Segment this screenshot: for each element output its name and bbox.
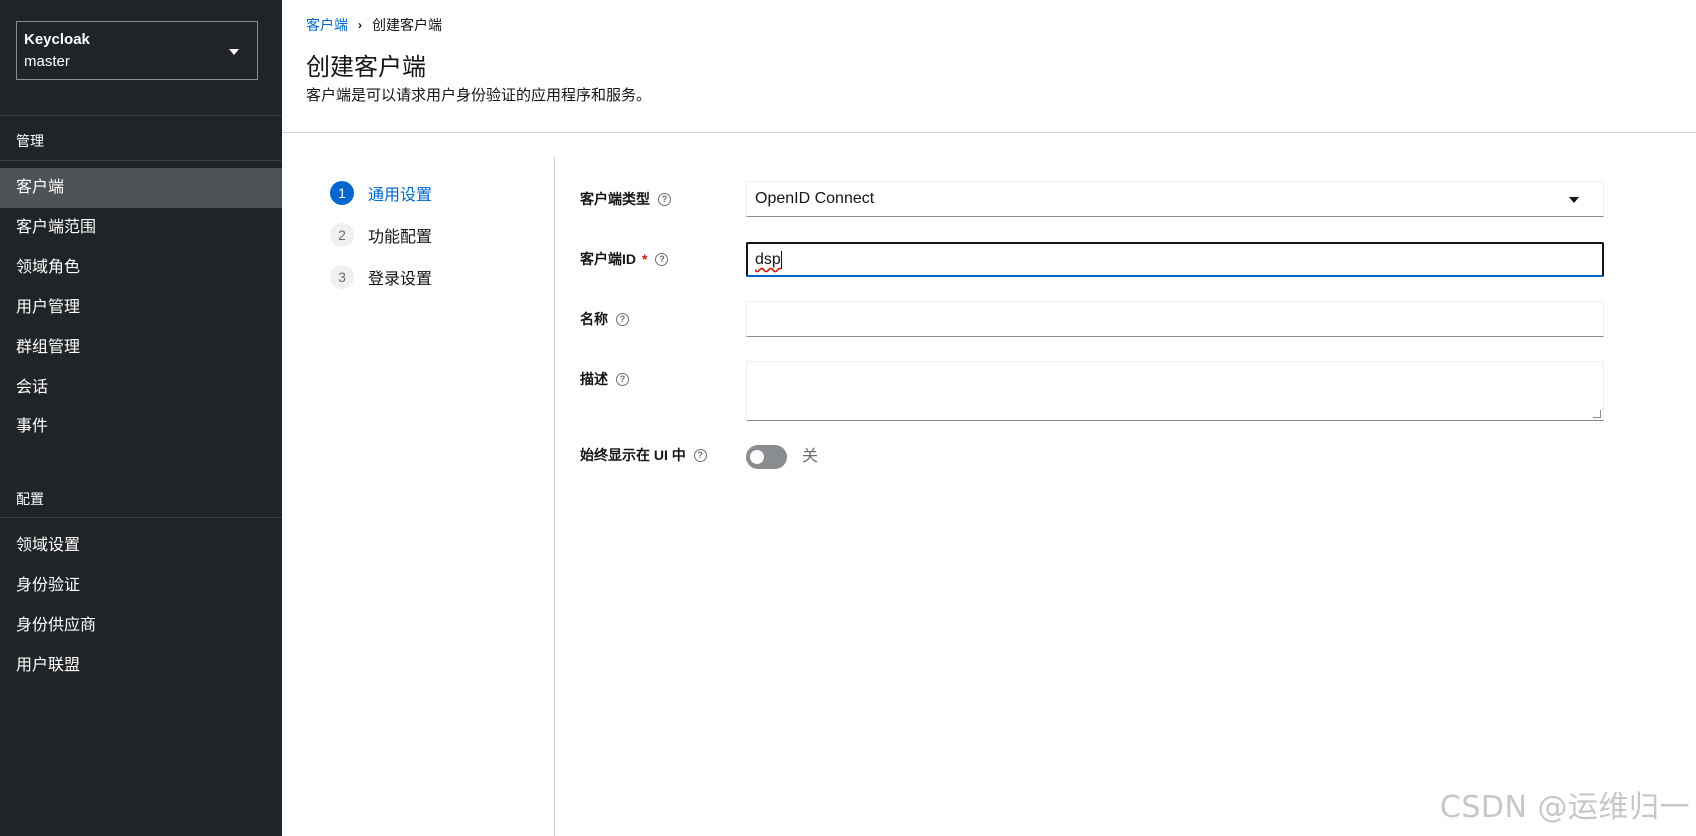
chevron-right-icon: › (358, 18, 362, 32)
realm-selector[interactable]: Keycloak master (16, 21, 258, 80)
sidebar-item-client-scopes[interactable]: 客户端范围 (0, 208, 282, 248)
sidebar-item-sessions[interactable]: 会话 (0, 368, 282, 408)
page-description: 客户端是可以请求用户身份验证的应用程序和服务。 (306, 87, 652, 104)
name-input[interactable] (746, 301, 1604, 337)
sidebar-item-realm-settings[interactable]: 领域设置 (0, 526, 282, 566)
wizard-nav-divider (554, 157, 555, 836)
app-root: Keycloak master 管理 客户端 客户端范围 领域角色 用户管理 群… (0, 0, 1696, 836)
wizard-step-general-settings[interactable]: 1 通用设置 (330, 181, 432, 205)
step-number: 2 (330, 223, 354, 247)
nav-section-configure: 配置 (16, 491, 44, 507)
sidebar-item-user-federation[interactable]: 用户联盟 (0, 646, 282, 686)
breadcrumb: 客户端 › 创建客户端 (306, 15, 442, 35)
watermark: CSDN @运维归一 (1439, 790, 1690, 825)
client-id-value: dsp (755, 251, 781, 268)
step-label: 通用设置 (368, 187, 433, 204)
help-circle-icon[interactable]: ? (655, 252, 669, 266)
sidebar-item-groups[interactable]: 群组管理 (0, 328, 282, 368)
step-label: 功能配置 (368, 229, 433, 246)
text-cursor (780, 250, 782, 269)
description-label-text: 描述 (580, 371, 608, 387)
always-display-label-text: 始终显示在 UI 中 (580, 447, 686, 463)
header-divider (282, 132, 1696, 133)
help-circle-icon[interactable]: ? (658, 192, 671, 206)
client-type-select[interactable]: OpenID Connect (746, 181, 1604, 217)
sidebar-item-authentication[interactable]: 身份验证 (0, 566, 282, 606)
main-content: 客户端 › 创建客户端 创建客户端 客户端是可以请求用户身份验证的应用程序和服务… (282, 0, 1696, 836)
sidebar-item-realm-roles[interactable]: 领域角色 (0, 248, 282, 288)
sidebar-item-clients[interactable]: 客户端 (0, 168, 282, 208)
nav-divider (0, 160, 282, 161)
caret-down-icon (1569, 197, 1579, 203)
help-circle-icon[interactable]: ? (693, 448, 707, 462)
realm-selector-title: Keycloak (24, 31, 90, 48)
description-label: 描述 ? (580, 369, 629, 389)
wizard-step-capability-config[interactable]: 2 功能配置 (330, 223, 432, 247)
breadcrumb-clients-link[interactable]: 客户端 (306, 15, 348, 35)
client-type-value: OpenID Connect (755, 190, 875, 207)
breadcrumb-current: 创建客户端 (372, 17, 442, 33)
client-id-label: 客户端ID * ? (580, 249, 669, 269)
page-title: 创建客户端 (306, 54, 426, 81)
sidebar-item-events[interactable]: 事件 (0, 407, 282, 447)
client-id-label-text: 客户端ID (580, 251, 636, 267)
name-label-text: 名称 (580, 311, 608, 327)
always-display-toggle[interactable] (746, 445, 787, 469)
step-number: 1 (330, 181, 354, 205)
description-textarea[interactable] (746, 361, 1604, 421)
caret-down-icon (229, 49, 239, 55)
required-asterisk: * (642, 251, 648, 267)
sidebar-item-identity-providers[interactable]: 身份供应商 (0, 606, 282, 646)
name-label: 名称 ? (580, 309, 629, 329)
help-circle-icon[interactable]: ? (616, 312, 629, 326)
client-type-label-text: 客户端类型 (580, 191, 650, 207)
client-id-input[interactable]: dsp (746, 242, 1604, 277)
help-circle-icon[interactable]: ? (616, 372, 629, 386)
nav-divider (0, 517, 282, 518)
realm-selector-value: master (24, 53, 70, 70)
nav-section-manage: 管理 (16, 133, 44, 149)
client-type-label: 客户端类型 ? (580, 189, 671, 209)
always-display-label: 始终显示在 UI 中 ? (580, 445, 707, 465)
resize-handle-icon[interactable] (1593, 410, 1601, 418)
step-number: 3 (330, 265, 354, 289)
always-display-state: 关 (802, 448, 819, 465)
toggle-knob (750, 450, 764, 464)
nav-divider (0, 115, 282, 116)
sidebar-item-users[interactable]: 用户管理 (0, 288, 282, 328)
wizard-step-login-settings[interactable]: 3 登录设置 (330, 265, 432, 289)
step-label: 登录设置 (368, 271, 433, 288)
sidebar: Keycloak master 管理 客户端 客户端范围 领域角色 用户管理 群… (0, 0, 282, 836)
